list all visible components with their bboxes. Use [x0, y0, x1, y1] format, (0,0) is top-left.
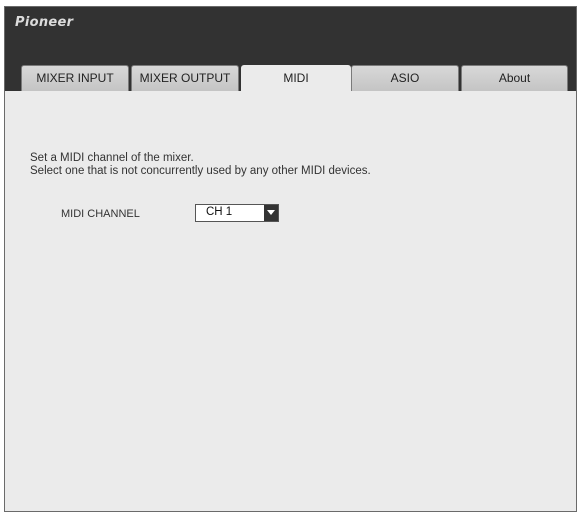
midi-channel-value: CH 1: [206, 206, 233, 218]
tab-about[interactable]: About: [461, 65, 568, 91]
tab-midi[interactable]: MIDI: [241, 65, 351, 92]
tab-bar: MIXER INPUT MIXER OUTPUT MIDI ASIO About: [5, 65, 576, 92]
tab-asio[interactable]: ASIO: [351, 65, 459, 91]
midi-channel-label: MIDI CHANNEL: [61, 208, 140, 220]
header-bar: Pioneer MIXER INPUT MIXER OUTPUT MIDI AS…: [5, 7, 576, 92]
midi-description: Set a MIDI channel of the mixer. Select …: [30, 152, 371, 178]
midi-channel-dropdown[interactable]: CH 1: [195, 204, 279, 222]
tab-mixer-input[interactable]: MIXER INPUT: [21, 65, 129, 91]
tab-mixer-output[interactable]: MIXER OUTPUT: [131, 65, 239, 91]
midi-panel: Set a MIDI channel of the mixer. Select …: [5, 91, 576, 511]
pioneer-logo: Pioneer: [15, 15, 74, 30]
chevron-down-icon: [267, 210, 275, 215]
driver-settings-window: Pioneer MIXER INPUT MIXER OUTPUT MIDI AS…: [4, 6, 577, 512]
description-line-1: Set a MIDI channel of the mixer.: [30, 152, 194, 164]
dropdown-button[interactable]: [264, 205, 278, 221]
description-line-2: Select one that is not concurrently used…: [30, 165, 371, 177]
